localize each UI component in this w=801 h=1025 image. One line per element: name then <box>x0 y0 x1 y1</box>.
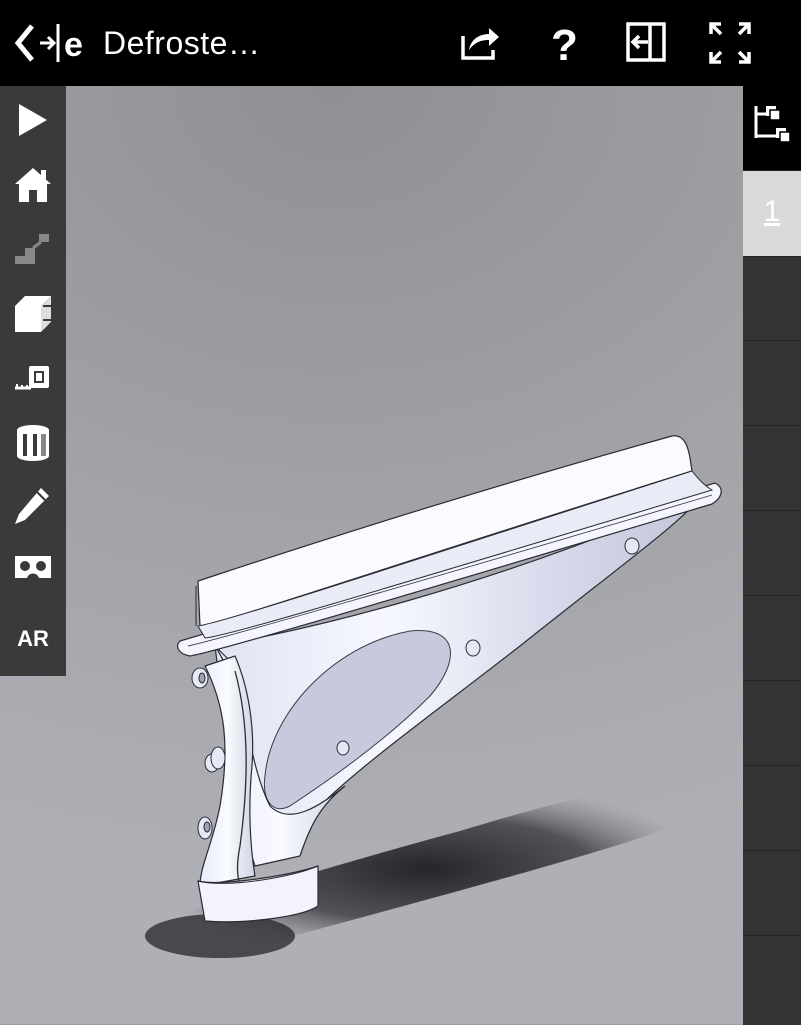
empty-sheet-slot <box>743 510 801 596</box>
fullscreen-icon[interactable] <box>707 20 753 66</box>
right-panel: 1 <box>743 86 801 1025</box>
markup-icon[interactable] <box>0 472 66 536</box>
play-icon[interactable] <box>0 88 66 152</box>
top-bar: e Defroste… ? <box>0 0 801 86</box>
empty-sheet-slot <box>743 680 801 766</box>
empty-sheet-slot <box>743 425 801 511</box>
document-title: Defroste… <box>103 25 261 61</box>
empty-sheet-slot <box>743 595 801 681</box>
left-toolbar: AR <box>0 86 66 676</box>
empty-sheet-slot <box>743 765 801 851</box>
ar-button[interactable]: AR <box>0 626 66 652</box>
sheet-tab-1[interactable]: 1 <box>743 170 801 257</box>
display-style-icon[interactable] <box>0 408 66 472</box>
share-icon[interactable] <box>457 20 503 66</box>
home-icon[interactable] <box>0 152 66 216</box>
help-icon[interactable]: ? <box>541 20 587 70</box>
empty-sheet-slot <box>743 256 801 341</box>
svg-text:?: ? <box>551 21 578 66</box>
sheet-label: 1 <box>763 195 781 228</box>
svg-text:e: e <box>64 26 83 64</box>
empty-sheet-slot <box>743 340 801 426</box>
defroster-model[interactable] <box>0 86 743 1024</box>
steps-icon[interactable] <box>0 216 66 280</box>
measure-icon[interactable] <box>0 344 66 408</box>
empty-sheet-slot <box>743 850 801 936</box>
empty-sheet-slot <box>743 935 801 1025</box>
vr-headset-icon[interactable] <box>0 536 66 600</box>
back-to-edrawings-icon[interactable]: e <box>14 22 94 64</box>
section-view-icon[interactable] <box>0 280 66 344</box>
component-tree-icon[interactable] <box>743 86 801 170</box>
exit-panel-icon[interactable] <box>624 20 670 66</box>
3d-viewport[interactable] <box>0 86 743 1024</box>
